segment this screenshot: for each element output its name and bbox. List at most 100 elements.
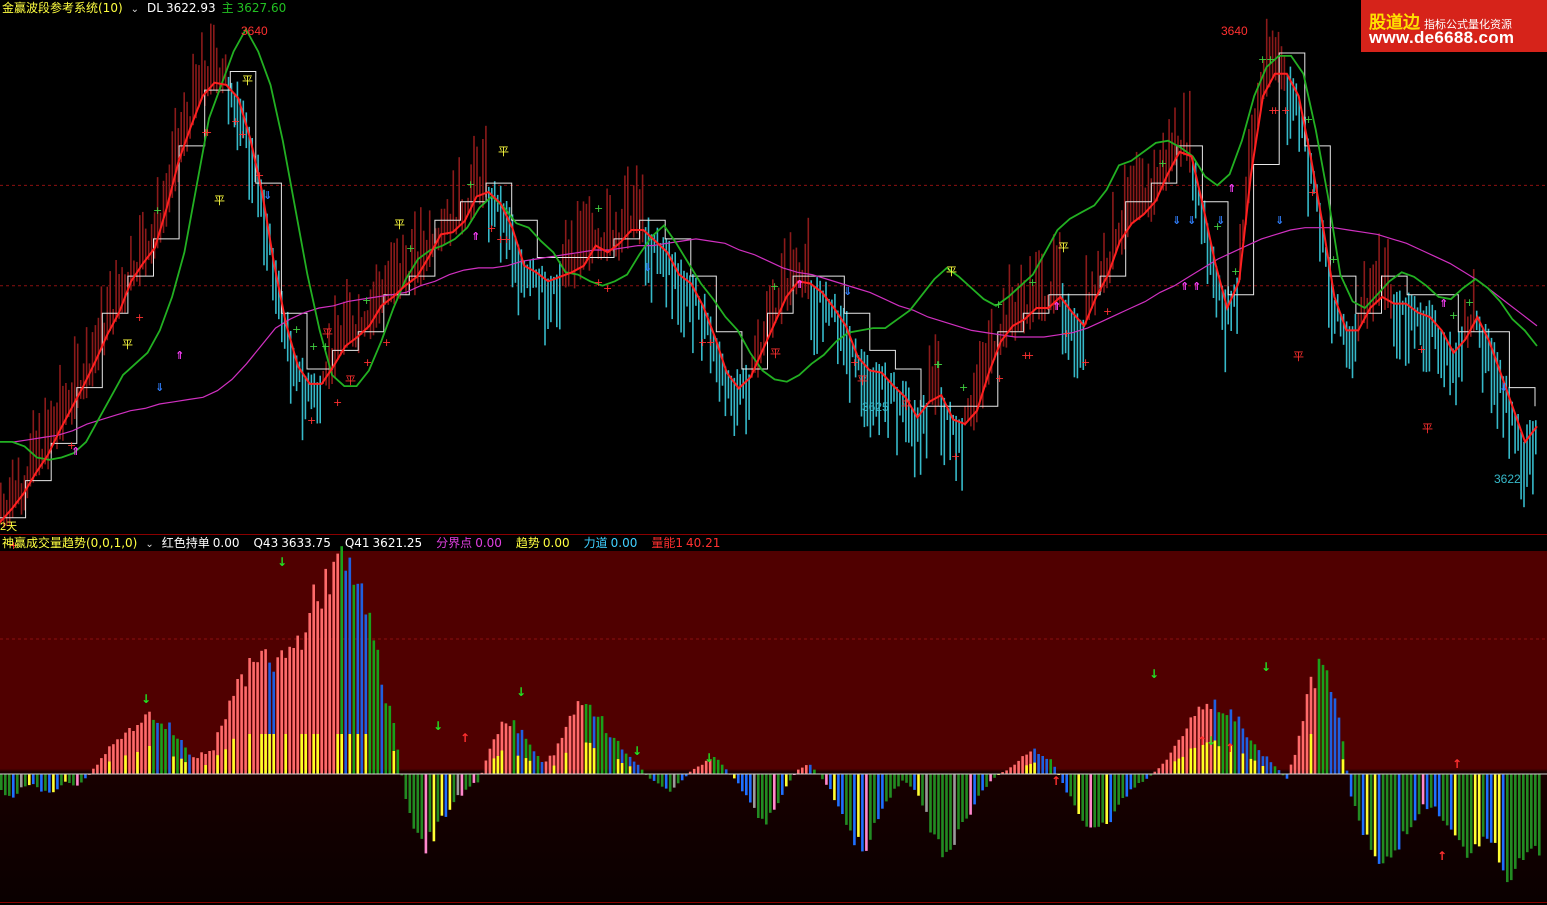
- up-bar: [396, 238, 398, 301]
- plus-marker: +: [959, 381, 968, 394]
- down-bar: [1481, 329, 1484, 393]
- brand-logo: 股道边 指标公式量化资源 www.de6688.com: [1361, 0, 1547, 52]
- volume-bar-down: [877, 774, 880, 820]
- up-bar: [464, 202, 466, 229]
- down-bar: [896, 386, 898, 456]
- volume-bar-up: [548, 755, 552, 774]
- volume-bar-down: [1421, 774, 1425, 805]
- down-bar: [748, 374, 750, 420]
- plus-marker: +: [1025, 349, 1034, 362]
- flat-marker: 平: [122, 338, 133, 351]
- volume-bar-down: [476, 774, 480, 783]
- volume-bar-up: [805, 765, 808, 774]
- up-arrow-icon: ⇑: [795, 278, 804, 291]
- volume-bar-inner: [340, 734, 343, 774]
- up-bar: [35, 430, 38, 477]
- down-bar: [1458, 331, 1460, 378]
- up-bar: [1378, 233, 1380, 306]
- plus-marker: +: [307, 414, 316, 427]
- volume-bar-inner: [1217, 746, 1221, 774]
- volume-bar-down: [664, 774, 668, 789]
- volume-bar-down: [909, 774, 912, 787]
- volume-bar-down: [84, 774, 87, 779]
- volume-bar-inner: [496, 756, 500, 774]
- up-bar: [26, 466, 29, 499]
- volume-bar-up: [1301, 721, 1305, 774]
- volume-bar-up: [716, 759, 720, 774]
- down-bar: [724, 366, 727, 417]
- chevron-down-icon[interactable]: ⌄: [145, 539, 153, 550]
- plus-marker: +: [153, 204, 162, 217]
- volume-bar-down: [44, 774, 47, 791]
- volume-bar-down: [1077, 774, 1080, 814]
- up-bar: [215, 47, 218, 94]
- volume-bar-down: [1065, 774, 1068, 793]
- down-bar: [680, 259, 682, 333]
- down-bar: [890, 373, 892, 404]
- down-bar: [1407, 292, 1410, 364]
- indicator-item-value: 0.00: [475, 536, 502, 550]
- plus-marker: +: [1271, 104, 1280, 117]
- volume-bar-down: [676, 774, 680, 784]
- volume-bar-inner: [552, 765, 556, 774]
- volume-bar-down: [668, 774, 672, 792]
- plus-marker: +: [995, 372, 1004, 385]
- up-bar: [1106, 257, 1108, 289]
- volume-bar-up: [1329, 692, 1333, 774]
- volume-bar-up: [1017, 760, 1020, 774]
- volume-bar-down: [428, 774, 432, 832]
- volume-bar-down: [440, 774, 444, 816]
- up-bar: [378, 271, 381, 324]
- up-bar: [56, 402, 58, 450]
- label-low-2: 3622: [1494, 472, 1521, 486]
- volume-bar-up: [332, 561, 335, 774]
- volume-bar-inner: [588, 742, 592, 774]
- volume-bar-down: [901, 774, 904, 781]
- down-bar: [813, 286, 815, 356]
- volume-bar-up: [1037, 754, 1040, 774]
- volume-bar-down: [849, 774, 852, 831]
- down-bar: [703, 293, 706, 339]
- down-bar: [925, 402, 928, 459]
- up-bar: [82, 363, 85, 400]
- indicator-name[interactable]: 神赢成交量趋势(0,0,1,0): [2, 536, 137, 550]
- volume-bar-inner: [392, 751, 396, 774]
- up-bar: [1384, 247, 1386, 310]
- volume-bar-inner: [264, 734, 267, 774]
- flat-marker: 平: [857, 374, 868, 387]
- volume-bar-up: [144, 714, 147, 774]
- up-bar: [570, 220, 573, 273]
- up-bar: [375, 264, 378, 328]
- down-bar: [943, 397, 946, 466]
- chevron-down-icon[interactable]: ⌄: [131, 4, 139, 15]
- volume-bar-up: [696, 766, 700, 774]
- up-bar: [109, 271, 111, 332]
- down-bar: [319, 375, 321, 424]
- volume-bar-up: [344, 570, 347, 774]
- fast-line: [0, 72, 1538, 523]
- volume-bar-down: [893, 774, 896, 789]
- volume-bar-down: [80, 774, 83, 783]
- volume-bar-down: [424, 774, 428, 854]
- volume-bar-up: [1169, 752, 1173, 774]
- volume-bar-inner: [364, 734, 368, 774]
- logo-url: www.de6688.com: [1369, 28, 1515, 47]
- volume-bar-down: [885, 774, 888, 802]
- volume-bar-up: [320, 608, 323, 774]
- volume-bar-down: [789, 774, 792, 781]
- volume-bar-up: [612, 737, 616, 774]
- volume-bar-up: [116, 739, 119, 774]
- indicator-name[interactable]: 金赢波段参考系统(10): [2, 1, 123, 15]
- volume-bar-down: [672, 774, 676, 788]
- volume-bar-down: [72, 774, 75, 786]
- down-bar: [1399, 290, 1401, 360]
- volume-bar-down: [12, 774, 15, 798]
- plus-marker: +: [487, 222, 496, 235]
- flat-marker: 平: [322, 327, 333, 340]
- up-bar: [162, 180, 165, 233]
- down-bar: [653, 234, 656, 253]
- up-bar: [1097, 250, 1099, 296]
- plus-marker: +: [951, 450, 960, 463]
- dl-label: DL: [147, 1, 163, 15]
- volume-bar-up: [1273, 766, 1277, 774]
